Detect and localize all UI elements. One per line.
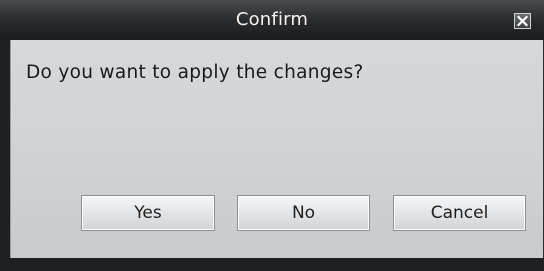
yes-button[interactable]: Yes [81,195,215,231]
dialog-message: Do you want to apply the changes? [26,62,364,83]
dialog-left-border [0,40,10,258]
close-button[interactable] [514,13,531,29]
dialog-bottom-border [0,258,544,271]
confirm-dialog: Confirm Do you want to apply the changes… [0,0,544,271]
cancel-button[interactable]: Cancel [393,195,526,231]
close-icon [515,14,530,28]
dialog-title: Confirm [235,9,309,30]
no-button[interactable]: No [237,195,370,231]
title-bar[interactable]: Confirm [0,0,544,40]
dialog-body: Do you want to apply the changes? Yes No… [10,40,543,258]
